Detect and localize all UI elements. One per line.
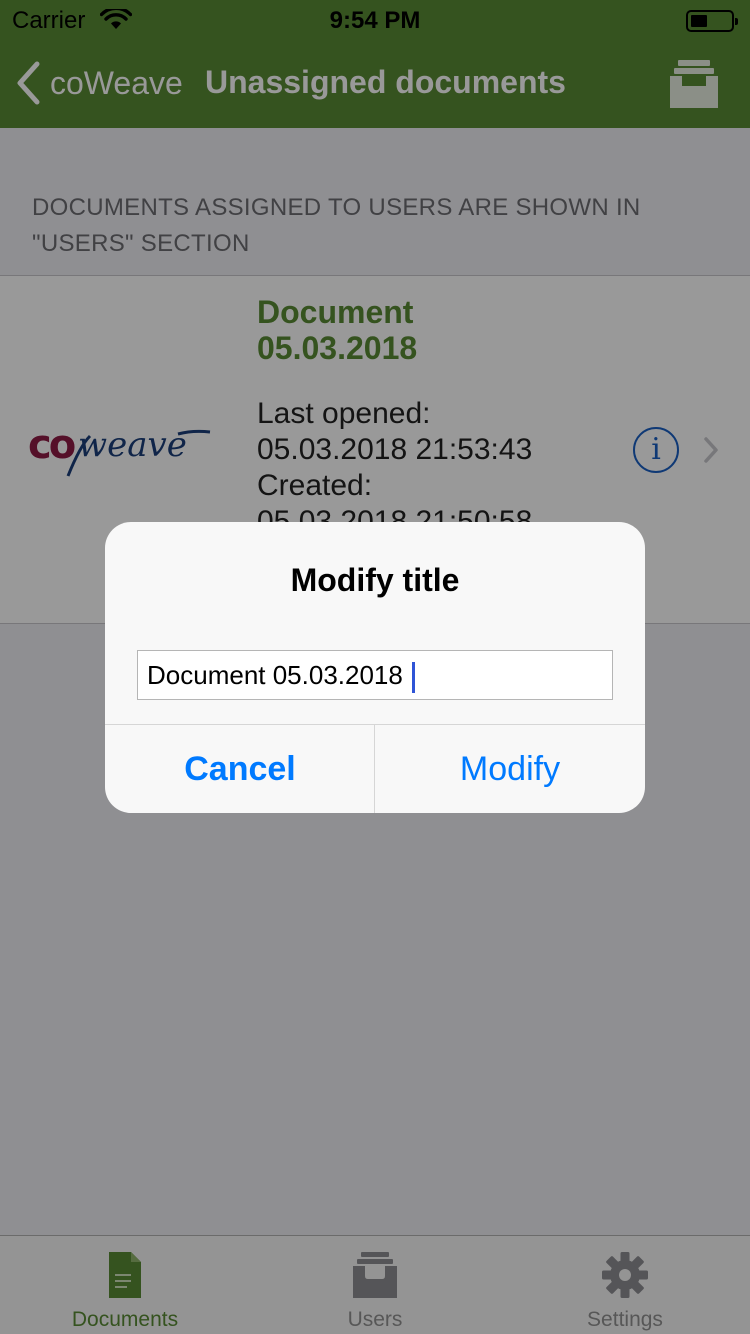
dialog-title: Modify title	[290, 562, 460, 598]
modify-button[interactable]: Modify	[375, 725, 645, 813]
text-caret	[412, 662, 415, 693]
cancel-button[interactable]: Cancel	[105, 725, 375, 813]
title-input[interactable]	[137, 650, 613, 700]
modify-title-dialog: Modify title Cancel Modify	[105, 522, 645, 813]
